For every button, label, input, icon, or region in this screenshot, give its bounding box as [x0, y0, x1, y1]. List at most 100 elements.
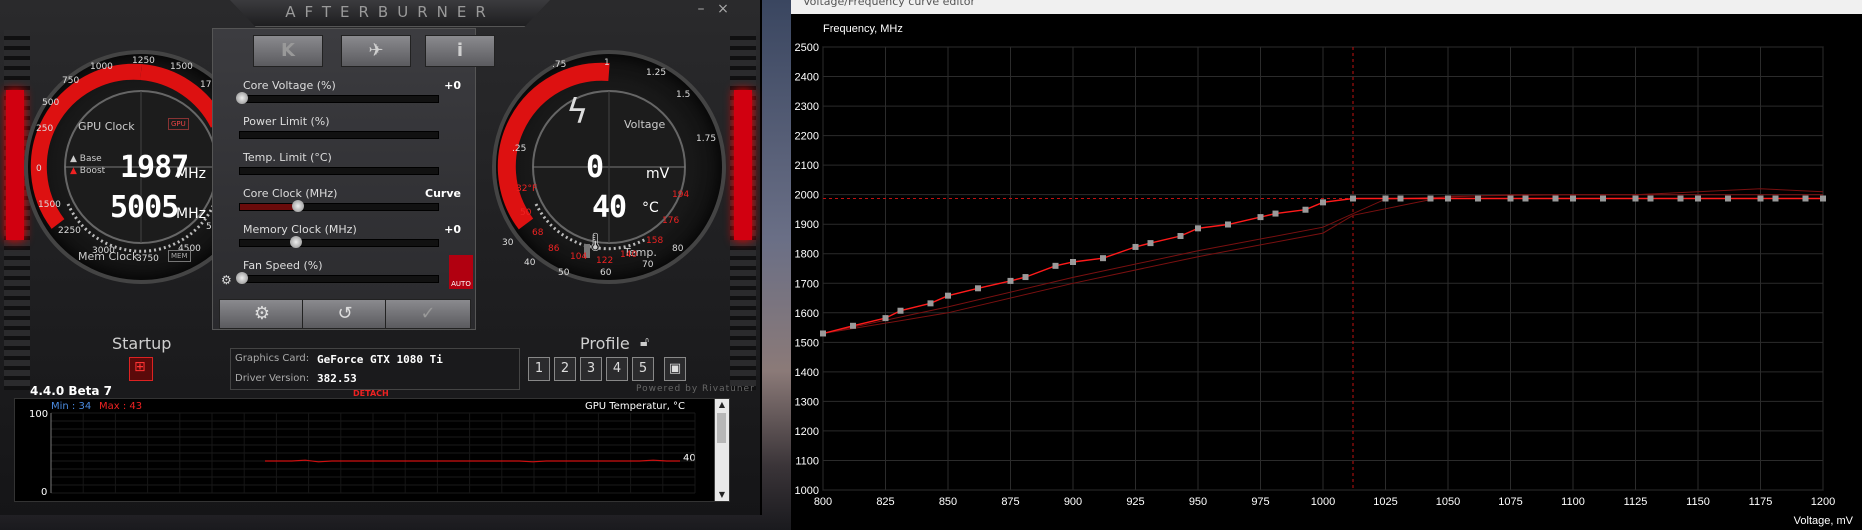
vf-curve-point[interactable]: [1052, 262, 1059, 269]
vf-curve-point[interactable]: [1820, 195, 1826, 202]
power-limit-slider[interactable]: Power Limit (%): [235, 115, 467, 145]
vf-curve-point[interactable]: [1177, 233, 1184, 240]
vf-curve-point[interactable]: [882, 315, 889, 322]
vf-curve-point[interactable]: [1257, 214, 1264, 221]
vf-curve-point[interactable]: [1632, 195, 1639, 202]
power-limit-track[interactable]: [239, 131, 439, 139]
vf-curve-chart[interactable]: 1000 1100 1200 1300 1400 1500 1600 1700 1800 1900…: [791, 0, 1862, 530]
reset-icon: ↺: [337, 303, 353, 324]
fan-gear-icon[interactable]: ⚙: [221, 273, 232, 287]
vf-curve-point[interactable]: [897, 307, 904, 314]
vf-curve-point[interactable]: [1225, 221, 1231, 228]
settings-button[interactable]: ⚙: [219, 299, 305, 329]
info-button[interactable]: i: [425, 35, 495, 67]
vf-curve-point[interactable]: [1022, 274, 1029, 281]
profile-slot-4[interactable]: 4: [606, 357, 628, 381]
vf-curve-point[interactable]: [1570, 195, 1576, 202]
core-voltage-track[interactable]: [236, 92, 439, 104]
vf-curve-point[interactable]: [927, 300, 934, 307]
vf-curve-point[interactable]: [1552, 195, 1559, 202]
vf-curve-point[interactable]: [1522, 195, 1529, 202]
apply-button[interactable]: ✓: [385, 299, 471, 329]
memory-clock-slider[interactable]: Memory Clock (MHz) +0: [235, 223, 467, 253]
minimize-icon[interactable]: –: [690, 0, 712, 18]
fan-speed-slider[interactable]: Fan Speed (%) 0: [235, 259, 473, 289]
version-label: 4.4.0 Beta 7: [30, 384, 112, 398]
core-clock-slider[interactable]: Core Clock (MHz) Curve: [235, 187, 467, 217]
vf-curve-point[interactable]: [1100, 255, 1106, 262]
voltage-tick: .75: [552, 60, 567, 70]
memory-clock-knob[interactable]: [290, 236, 302, 248]
driver-version-value: 382.53: [317, 372, 357, 385]
vf-curve-point[interactable]: [1320, 199, 1326, 206]
startup-label: Startup: [112, 334, 172, 353]
temp-tick: 86: [548, 244, 560, 254]
startup-windows-button[interactable]: ⊞: [129, 357, 153, 381]
graphics-card-value: GeForce GTX 1080 Ti: [317, 353, 443, 366]
vf-curve-point[interactable]: [1132, 243, 1139, 250]
vf-curve-point[interactable]: [945, 292, 951, 299]
vf-curve-point[interactable]: [1427, 195, 1434, 202]
memory-clock-track[interactable]: [239, 236, 439, 248]
vf-curve-point[interactable]: [1695, 195, 1701, 202]
k-boost-button[interactable]: K: [253, 35, 323, 67]
detach-button[interactable]: DETACH: [353, 389, 389, 398]
fan-speed-track[interactable]: [236, 272, 439, 284]
profile-slot-2[interactable]: 2: [554, 357, 576, 381]
vf-curve-point[interactable]: [1070, 259, 1076, 266]
vf-curve-point[interactable]: [1350, 195, 1356, 202]
fan-auto-button[interactable]: AUTO: [449, 255, 473, 289]
floppy-icon: ▣: [668, 361, 682, 376]
fan-speed-knob[interactable]: [236, 272, 248, 284]
vf-curve-point[interactable]: [1725, 195, 1731, 202]
profile-slot-5[interactable]: 5: [632, 357, 654, 381]
vf-curve-point[interactable]: [1677, 195, 1684, 202]
boost-label: ▲ Boost: [70, 166, 106, 176]
vf-curve-point[interactable]: [1647, 195, 1654, 202]
y-tick-label: 2200: [795, 131, 819, 143]
x-tick-label: 1125: [1624, 496, 1648, 508]
scroll-up-icon[interactable]: ▲: [715, 399, 729, 411]
vf-curve-point[interactable]: [1600, 195, 1606, 202]
vf-curve-point[interactable]: [1382, 195, 1389, 202]
close-icon[interactable]: ×: [712, 0, 734, 18]
vf-curve-point[interactable]: [1195, 225, 1201, 232]
save-profile-button[interactable]: ▣: [664, 357, 686, 381]
vf-curve-point[interactable]: [1147, 240, 1154, 247]
temp-tick: 50: [520, 208, 532, 218]
temp-limit-slider[interactable]: Temp. Limit (°C): [235, 151, 467, 181]
temp-limit-track[interactable]: [239, 167, 439, 175]
core-clock-track[interactable]: [239, 200, 439, 212]
core-voltage-knob[interactable]: [236, 92, 248, 104]
core-voltage-slider[interactable]: Core Voltage (%) +0: [235, 79, 467, 109]
vf-curve-point[interactable]: [850, 322, 856, 329]
vf-curve-point[interactable]: [1445, 195, 1451, 202]
profile-slot-1[interactable]: 1: [528, 357, 550, 381]
reset-button[interactable]: ↺: [302, 299, 388, 329]
core-clock-knob[interactable]: [292, 200, 304, 212]
vf-curve-point[interactable]: [1475, 195, 1481, 202]
x-tick-label: 1075: [1498, 496, 1522, 508]
vf-curve-point[interactable]: [1397, 195, 1404, 202]
vf-curve-point[interactable]: [1007, 277, 1014, 284]
temp-tick: 140: [620, 250, 638, 260]
scroll-down-icon[interactable]: ▼: [715, 489, 729, 501]
check-icon: ✓: [420, 303, 436, 324]
vf-curve-point[interactable]: [1507, 195, 1514, 202]
vf-curve-point[interactable]: [1772, 195, 1779, 202]
vf-curve-point[interactable]: [1272, 210, 1279, 217]
oc-scanner-button[interactable]: ✈: [341, 35, 411, 67]
base-label: ▲ Base: [70, 154, 102, 164]
vf-curve-point[interactable]: [1802, 195, 1809, 202]
scroll-thumb[interactable]: [717, 413, 726, 443]
y-tick-label: 1400: [795, 367, 819, 379]
thermometer-icon: 🌡: [584, 232, 607, 253]
profile-slot-3[interactable]: 3: [580, 357, 602, 381]
gauge-tick: 3750: [136, 254, 159, 264]
vf-curve-point[interactable]: [1302, 206, 1309, 213]
vf-curve-point[interactable]: [975, 285, 981, 292]
vf-curve-point[interactable]: [1757, 195, 1764, 202]
lock-icon[interactable]: 🔓︎: [640, 334, 649, 350]
vf-curve-point[interactable]: [820, 330, 826, 337]
monitor-scrollbar[interactable]: ▲ ▼: [714, 399, 729, 501]
